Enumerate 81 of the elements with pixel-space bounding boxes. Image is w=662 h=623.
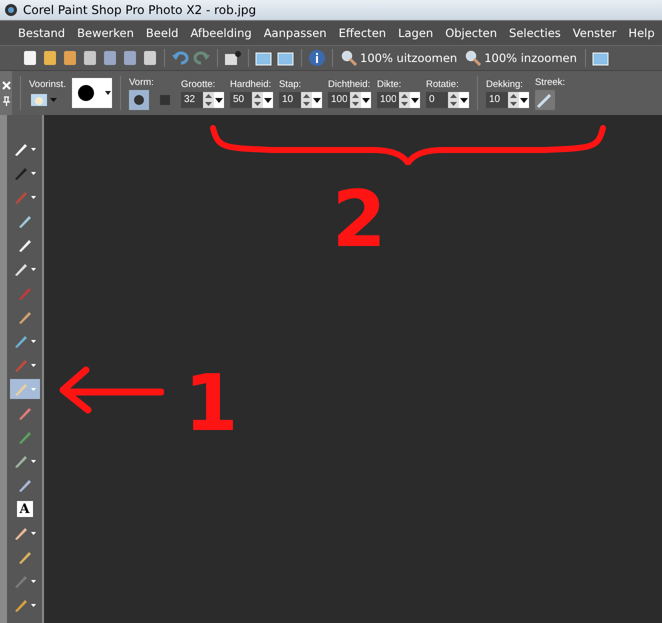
close-icon[interactable] bbox=[2, 80, 10, 90]
dropdown-arrow-icon[interactable] bbox=[31, 460, 36, 462]
tool-button[interactable]: A bbox=[10, 499, 40, 519]
tool-icon[interactable] bbox=[13, 597, 29, 613]
brush-tip-icon bbox=[72, 78, 112, 108]
image-icon[interactable] bbox=[255, 50, 273, 66]
square-icon bbox=[158, 94, 171, 106]
tool-icon[interactable] bbox=[13, 525, 29, 541]
dropdown-arrow-icon[interactable] bbox=[31, 148, 36, 150]
field-label: Dichtheid: bbox=[328, 78, 371, 90]
brush-stroke-icon[interactable] bbox=[534, 90, 555, 110]
menu-item[interactable]: Bestand bbox=[12, 26, 72, 40]
number-field[interactable]: 50 bbox=[230, 92, 252, 108]
menu-item[interactable]: Objecten bbox=[439, 26, 504, 40]
undo-icon[interactable] bbox=[171, 50, 189, 66]
info-icon[interactable] bbox=[308, 49, 326, 67]
tool-icon[interactable] bbox=[13, 453, 29, 469]
tool-icon[interactable] bbox=[13, 141, 29, 157]
annotation-number: 1 bbox=[184, 365, 238, 443]
image-icon[interactable] bbox=[592, 50, 610, 66]
round-shape-button[interactable] bbox=[128, 90, 149, 110]
menu-item[interactable]: Effecten bbox=[332, 26, 392, 40]
menu-item[interactable]: Aanpassen bbox=[258, 26, 333, 40]
dropdown-arrow-icon[interactable] bbox=[31, 268, 36, 270]
field-label: Grootte: bbox=[180, 78, 216, 90]
image-icon[interactable] bbox=[277, 50, 295, 66]
menu-item[interactable]: Lagen bbox=[392, 26, 440, 40]
number-field[interactable]: 100 bbox=[376, 92, 399, 108]
spin-arrows-icon[interactable] bbox=[398, 92, 410, 108]
spin-arrows-icon[interactable] bbox=[252, 92, 263, 108]
spin-arrows-icon[interactable] bbox=[300, 92, 312, 108]
caret-icon bbox=[50, 98, 57, 102]
tool-icon[interactable] bbox=[16, 309, 32, 325]
spin-arrows-icon[interactable] bbox=[448, 92, 459, 108]
dropdown-arrow-icon[interactable] bbox=[31, 364, 36, 366]
number-field[interactable]: 32 bbox=[180, 92, 203, 108]
number-field[interactable]: 100 bbox=[328, 92, 350, 108]
menu-item[interactable]: Bewerken bbox=[71, 26, 140, 40]
tool-icon[interactable] bbox=[16, 549, 32, 565]
menu-item[interactable]: Afbeelding bbox=[184, 26, 258, 40]
field-label: Dikte: bbox=[376, 78, 402, 90]
magnifier-icon bbox=[341, 50, 357, 66]
window-title: Corel Paint Shop Pro Photo X2 - rob.jpg bbox=[23, 3, 256, 17]
stroke-label: Streek: bbox=[534, 76, 566, 88]
number-field[interactable]: 10 bbox=[486, 92, 508, 108]
number-field[interactable]: 10 bbox=[278, 92, 301, 108]
tool-icon[interactable] bbox=[16, 237, 32, 253]
menu-item[interactable]: Help bbox=[622, 26, 661, 40]
field-label: Rotatie: bbox=[426, 78, 460, 90]
annotation-number: 2 bbox=[332, 181, 386, 259]
dropdown-arrow-icon[interactable] bbox=[31, 532, 36, 534]
dropdown-arrow-icon[interactable] bbox=[31, 172, 36, 174]
zoom-out-button[interactable]: 100% uitzoomen bbox=[339, 50, 460, 66]
dropdown-arrow-icon[interactable] bbox=[31, 604, 36, 606]
number-field[interactable]: 0 bbox=[426, 92, 448, 108]
dropdown-arrow-icon[interactable] bbox=[31, 580, 36, 582]
pin-icon[interactable] bbox=[2, 96, 10, 106]
spin-arrows-icon[interactable] bbox=[508, 92, 519, 108]
spin-arrows-icon[interactable] bbox=[350, 92, 361, 108]
preset-label: Voorinst. bbox=[29, 78, 66, 90]
zoom-in-button[interactable]: 100% inzoomen bbox=[463, 50, 579, 66]
tool-icon[interactable] bbox=[13, 333, 29, 349]
app-icon bbox=[4, 3, 18, 17]
dropdown-arrow-icon[interactable] bbox=[31, 196, 36, 198]
dropdown-arrow-icon[interactable] bbox=[31, 340, 36, 342]
menu-item[interactable]: Venster bbox=[566, 26, 622, 40]
tool-icon[interactable] bbox=[16, 477, 32, 493]
tool-icon[interactable] bbox=[16, 213, 32, 229]
magnifier-icon bbox=[465, 50, 482, 66]
landscape-icon bbox=[31, 94, 47, 106]
field-label: Dekking: bbox=[486, 78, 524, 90]
field-label: Hardheid: bbox=[230, 78, 272, 90]
brush-preview-button[interactable] bbox=[72, 78, 112, 108]
shape-label: Vorm: bbox=[128, 76, 155, 88]
spin-arrows-icon[interactable] bbox=[202, 92, 214, 108]
circle-icon bbox=[132, 94, 145, 106]
field-label: Stap: bbox=[278, 78, 302, 90]
menu-item[interactable]: Beeld bbox=[140, 26, 184, 40]
text-tool-icon[interactable]: A bbox=[16, 501, 32, 517]
menu-item[interactable]: Selecties bbox=[503, 26, 567, 40]
tool-icon[interactable] bbox=[13, 261, 29, 277]
